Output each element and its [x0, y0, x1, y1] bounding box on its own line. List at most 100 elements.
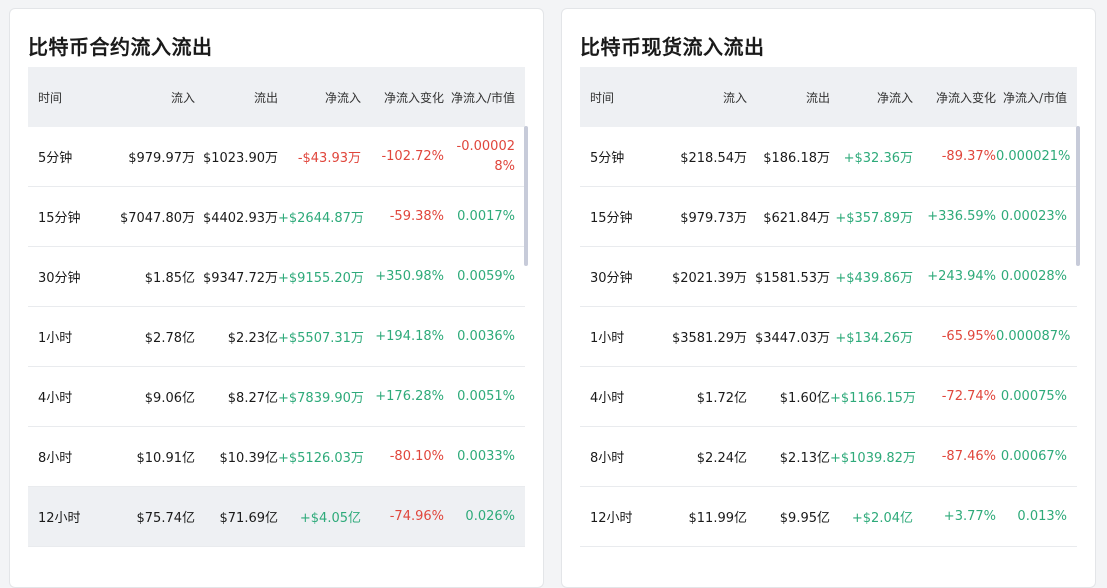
cell-netflow: +$32.36万 — [843, 151, 913, 166]
cell-outflow: $621.84万 — [763, 211, 830, 226]
table-row[interactable]: 5分钟 $218.54万 $186.18万 +$32.36万 -89.37% 0.0000… — [580, 127, 1077, 187]
cell-netflow-mcap: 0.0059% — [457, 269, 515, 284]
header-netflow-change: 净流入变化 — [383, 90, 444, 105]
table-row[interactable]: 4小时 $9.06亿 $8.27亿 +$7839.90万 +176.28% 0.0051% — [28, 367, 525, 427]
cell-netflow: +$2.04亿 — [851, 511, 913, 526]
cell-outflow: $3447.03万 — [754, 331, 830, 346]
cell-outflow: $10.39亿 — [219, 451, 279, 466]
cell-netflow-change: +350.98% — [375, 269, 444, 284]
panel-title: 比特币合约流入流出 — [28, 35, 213, 59]
cell-netflow-mcap: 0.0017% — [457, 209, 515, 224]
cell-inflow: $75.74亿 — [136, 511, 196, 526]
cell-outflow: $1.60亿 — [779, 391, 830, 406]
table-row[interactable]: 8小时 $2.24亿 $2.13亿 +$1039.82万 -87.46% 0.00067% — [580, 427, 1077, 487]
cell-netflow-mcap: 0.013% — [1017, 509, 1067, 524]
cell-inflow: $2.24亿 — [696, 451, 747, 466]
header-time: 时间 — [38, 90, 63, 105]
cell-netflow-mcap: 0.0051% — [457, 389, 515, 404]
cell-netflow-change: +336.59% — [927, 209, 996, 224]
header-outflow: 流出 — [253, 90, 278, 105]
cell-netflow-mcap: 0.026% — [465, 509, 515, 524]
table-row[interactable]: 1小时 $2.78亿 $2.23亿 +$5507.31万 +194.18% 0.0036% — [28, 307, 525, 367]
cell-outflow: $71.69亿 — [219, 511, 279, 526]
cell-netflow-change: +176.28% — [375, 389, 444, 404]
table-row[interactable]: 30分钟 $1.85亿 $9347.72万 +$9155.20万 +350.98% 0.0… — [28, 247, 525, 307]
cell-netflow-change: -59.38% — [389, 209, 444, 224]
cell-time: 8小时 — [38, 451, 73, 466]
header-netflow-mcap: 净流入/市值 — [450, 90, 515, 105]
cell-netflow: +$1166.15万 — [830, 391, 916, 406]
cell-inflow: $218.54万 — [680, 151, 747, 166]
cell-netflow-change: -89.37% — [941, 149, 996, 164]
table-row[interactable]: 1小时 $3581.29万 $3447.03万 +$134.26万 -65.95% 0.0… — [580, 307, 1077, 367]
cell-netflow: +$439.86万 — [835, 271, 913, 286]
table-row[interactable]: 12小时 $11.99亿 $9.95亿 +$2.04亿 +3.77% 0.013% — [580, 487, 1077, 547]
cell-netflow: +$5126.03万 — [278, 451, 364, 466]
cell-inflow: $1.72亿 — [696, 391, 747, 406]
cell-netflow-mcap: 0.00023% — [1000, 209, 1067, 224]
cell-inflow: $10.91亿 — [136, 451, 196, 466]
table-row[interactable]: 5分钟 $979.97万 $1023.90万 -$43.93万 -102.72% -0.0… — [28, 127, 525, 187]
header-time: 时间 — [590, 90, 615, 105]
cell-time: 12小时 — [38, 511, 81, 526]
header-inflow: 流入 — [170, 90, 195, 105]
cell-time: 1小时 — [38, 331, 73, 346]
cell-netflow: +$134.26万 — [835, 331, 913, 346]
cell-outflow: $2.23亿 — [227, 331, 278, 346]
header-netflow: 净流入 — [324, 90, 361, 105]
cell-netflow: +$1039.82万 — [830, 451, 916, 466]
cell-inflow: $2021.39万 — [671, 271, 747, 286]
table-row[interactable]: 12小时 $75.74亿 $71.69亿 +$4.05亿 -74.96% 0.026% — [28, 487, 525, 547]
cell-netflow-mcap: 0.00028% — [1000, 269, 1067, 284]
cell-outflow: $1581.53万 — [754, 271, 830, 286]
cell-inflow: $1.85亿 — [144, 271, 195, 286]
table-row[interactable]: 30分钟 $2021.39万 $1581.53万 +$439.86万 +243.94% 0… — [580, 247, 1077, 307]
scrollbar[interactable] — [1076, 126, 1080, 266]
cell-netflow-mcap: 0.000087% — [996, 329, 1071, 344]
header-netflow: 净流入 — [876, 90, 913, 105]
cell-netflow-mcap: 0.0036% — [457, 329, 515, 344]
table-row[interactable]: 8小时 $10.91亿 $10.39亿 +$5126.03万 -80.10% 0.0033… — [28, 427, 525, 487]
flow-table: 时间 流入 流出 净流入 净流入变化 净流入/市值 5分钟 $979.97万 $10… — [28, 67, 525, 547]
cell-inflow: $11.99亿 — [688, 511, 748, 526]
spot-flow-panel: 比特币现货流入流出 时间 流入 流出 净流入 净流入变化 净流入/市值 5分钟 $… — [561, 8, 1096, 588]
cell-netflow: +$2644.87万 — [278, 211, 364, 226]
cell-outflow: $9347.72万 — [202, 271, 278, 286]
flow-table: 时间 流入 流出 净流入 净流入变化 净流入/市值 5分钟 $218.54万 $18… — [580, 67, 1077, 547]
cell-time: 5分钟 — [38, 151, 73, 166]
cell-outflow: $8.27亿 — [227, 391, 278, 406]
cell-time: 12小时 — [590, 511, 633, 526]
cell-netflow-change: +194.18% — [375, 329, 444, 344]
cell-netflow-mcap: -0.000028% — [456, 138, 515, 174]
cell-netflow-change: +3.77% — [943, 509, 996, 524]
scrollbar[interactable] — [524, 126, 528, 266]
cell-netflow-change: -72.74% — [941, 389, 996, 404]
table-row[interactable]: 15分钟 $7047.80万 $4402.93万 +$2644.87万 -59.38% 0… — [28, 187, 525, 247]
cell-netflow-mcap: 0.00075% — [1000, 389, 1067, 404]
cell-time: 15分钟 — [590, 211, 633, 226]
header-netflow-mcap: 净流入/市值 — [1002, 90, 1067, 105]
cell-outflow: $4402.93万 — [202, 211, 278, 226]
cell-outflow: $1023.90万 — [202, 151, 278, 166]
cell-outflow: $2.13亿 — [779, 451, 830, 466]
cell-netflow-change: +243.94% — [927, 269, 996, 284]
cell-netflow: +$357.89万 — [835, 211, 913, 226]
cell-netflow-change: -102.72% — [381, 149, 444, 164]
cell-netflow-change: -74.96% — [389, 509, 444, 524]
cell-netflow: -$43.93万 — [297, 151, 361, 166]
cell-time: 30分钟 — [38, 271, 81, 286]
cell-inflow: $2.78亿 — [144, 331, 195, 346]
futures-flow-panel: 比特币合约流入流出 时间 流入 流出 净流入 净流入变化 净流入/市值 5分钟 $… — [9, 8, 544, 588]
cell-inflow: $9.06亿 — [144, 391, 195, 406]
header-outflow: 流出 — [805, 90, 830, 105]
cell-inflow: $979.97万 — [128, 151, 195, 166]
cell-time: 4小时 — [590, 391, 625, 406]
table-row[interactable]: 4小时 $1.72亿 $1.60亿 +$1166.15万 -72.74% 0.00075% — [580, 367, 1077, 427]
table-row[interactable]: 15分钟 $979.73万 $621.84万 +$357.89万 +336.59% 0.0… — [580, 187, 1077, 247]
cell-time: 8小时 — [590, 451, 625, 466]
table-header: 时间 流入 流出 净流入 净流入变化 净流入/市值 — [28, 67, 525, 127]
cell-time: 4小时 — [38, 391, 73, 406]
cell-time: 15分钟 — [38, 211, 81, 226]
cell-time: 1小时 — [590, 331, 625, 346]
cell-netflow: +$4.05亿 — [299, 511, 361, 526]
